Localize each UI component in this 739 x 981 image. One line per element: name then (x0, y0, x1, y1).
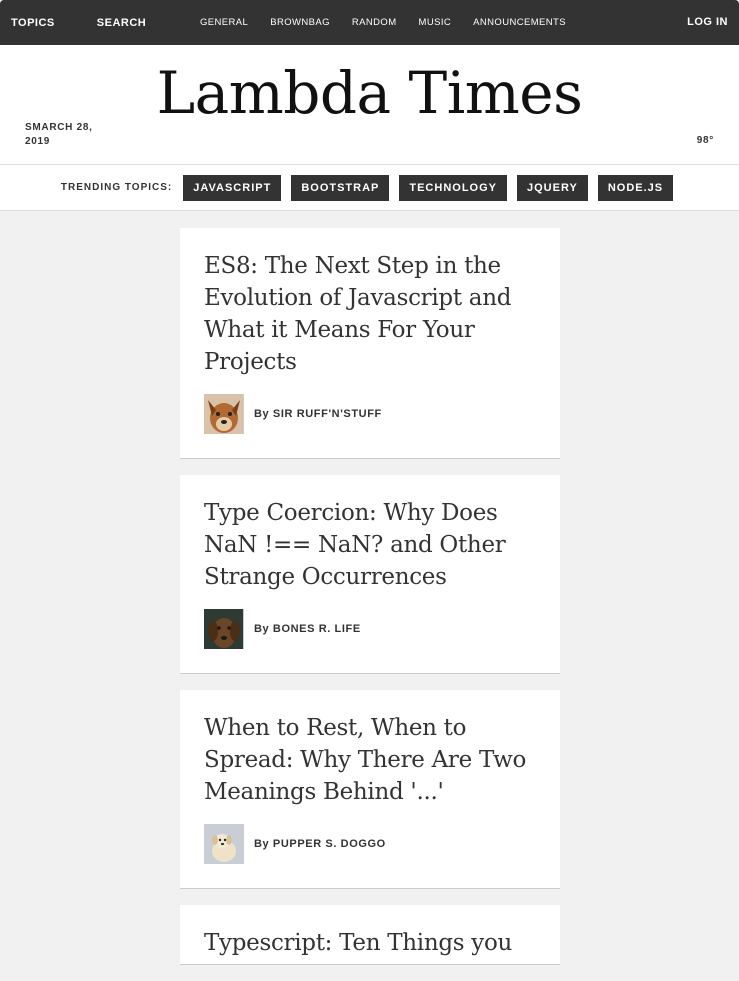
article-author: By SIR RUFF'N'STUFF (204, 394, 536, 434)
author-byline: By SIR RUFF'N'STUFF (254, 408, 382, 420)
article-author: By BONES R. LIFE (204, 609, 536, 649)
nav-random[interactable]: RANDOM (352, 17, 397, 28)
nav-announcements[interactable]: ANNOUNCEMENTS (473, 17, 566, 28)
article-card[interactable]: Type Coercion: Why Does NaN !== NaN? and… (180, 475, 560, 674)
article-headline[interactable]: Type Coercion: Why Does NaN !== NaN? and… (204, 497, 536, 593)
top-bar: TOPICS SEARCH GENERAL BROWNBAG RANDOM MU… (0, 0, 739, 45)
temperature-label: 98° (696, 135, 714, 146)
tag-jquery[interactable]: JQUERY (517, 174, 588, 201)
article-list: ES8: The Next Step in the Evolution of J… (180, 228, 560, 981)
tag-javascript[interactable]: JAVASCRIPT (183, 174, 282, 201)
author-byline: By BONES R. LIFE (254, 623, 361, 635)
article-headline[interactable]: ES8: The Next Step in the Evolution of J… (204, 250, 536, 378)
nav-brownbag[interactable]: BROWNBAG (270, 17, 330, 28)
trending-label: TRENDING TOPICS: (60, 182, 173, 193)
site-title: Lambda Times (156, 59, 583, 127)
article-headline[interactable]: When to Rest, When to Spread: Why There … (204, 712, 536, 808)
trending-bar: TRENDING TOPICS: JAVASCRIPT BOOTSTRAP TE… (0, 165, 739, 211)
author-byline: By PUPPER S. DOGGO (254, 838, 386, 850)
tag-technology[interactable]: TECHNOLOGY (399, 174, 507, 201)
search-link[interactable]: SEARCH (97, 17, 146, 29)
article-author: By PUPPER S. DOGGO (204, 824, 536, 864)
masthead: SMARCH 28, 2019 Lambda Times 98° (0, 45, 739, 165)
dog-avatar-icon (204, 824, 244, 864)
dog-avatar-icon (204, 609, 244, 649)
category-nav: GENERAL BROWNBAG RANDOM MUSIC ANNOUNCEME… (200, 17, 588, 28)
nav-music[interactable]: MUSIC (419, 17, 452, 28)
tag-bootstrap[interactable]: BOOTSTRAP (291, 174, 390, 201)
dog-avatar-icon (204, 394, 244, 434)
top-bar-left: TOPICS SEARCH (1, 17, 191, 29)
tag-nodejs[interactable]: NODE.JS (597, 174, 674, 201)
topics-link[interactable]: TOPICS (11, 17, 55, 29)
login-link[interactable]: LOG IN (687, 16, 728, 28)
article-card[interactable]: ES8: The Next Step in the Evolution of J… (180, 228, 560, 459)
article-card[interactable]: Typescript: Ten Things you (180, 905, 560, 965)
article-card[interactable]: When to Rest, When to Spread: Why There … (180, 690, 560, 889)
article-headline[interactable]: Typescript: Ten Things you (204, 927, 536, 959)
nav-general[interactable]: GENERAL (200, 17, 248, 28)
